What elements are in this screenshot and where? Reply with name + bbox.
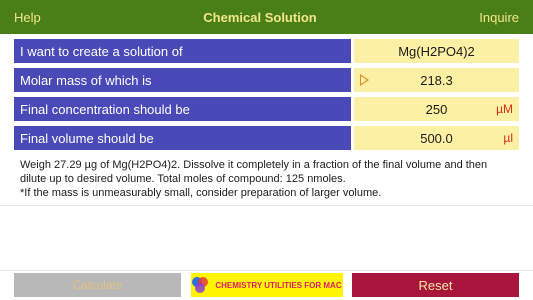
volume-label: Final volume should be bbox=[14, 126, 351, 150]
molecule-logo-icon bbox=[192, 277, 209, 293]
molar-mass-label: Molar mass of which is bbox=[14, 68, 351, 92]
compound-row: I want to create a solution of Mg(H2PO4)… bbox=[14, 39, 519, 63]
concentration-label: Final concentration should be bbox=[14, 97, 351, 121]
promo-label: CHEMISTRY UTILITIES FOR MAC bbox=[215, 280, 342, 290]
result-instructions: Weigh 27.29 µg of Mg(H2PO4)2. Dissolve i… bbox=[20, 159, 488, 185]
inquire-button[interactable]: Inquire bbox=[479, 10, 519, 25]
nav-bar: Help Chemical Solution Inquire bbox=[0, 0, 533, 34]
molar-mass-field[interactable]: 218.3 bbox=[354, 68, 519, 92]
divider bbox=[0, 205, 533, 206]
compound-label: I want to create a solution of bbox=[14, 39, 351, 63]
divider bbox=[0, 270, 533, 271]
volume-unit[interactable]: µl bbox=[503, 131, 513, 145]
volume-value: 500.0 bbox=[420, 130, 453, 146]
concentration-field[interactable]: 250 µM bbox=[354, 97, 519, 121]
help-button[interactable]: Help bbox=[14, 10, 41, 25]
compound-field[interactable]: Mg(H2PO4)2 bbox=[354, 39, 519, 63]
result-note: *If the mass is unmeasurably small, cons… bbox=[20, 187, 382, 199]
footer-toolbar: Calculate CHEMISTRY UTILITIES FOR MAC Re… bbox=[14, 273, 519, 297]
concentration-unit[interactable]: µM bbox=[496, 102, 513, 116]
volume-row: Final volume should be 500.0 µl bbox=[14, 126, 519, 150]
chemistry-utilities-button[interactable]: CHEMISTRY UTILITIES FOR MAC bbox=[190, 273, 343, 297]
disclosure-triangle-icon[interactable] bbox=[360, 74, 369, 86]
molar-mass-value: 218.3 bbox=[420, 72, 453, 88]
concentration-row: Final concentration should be 250 µM bbox=[14, 97, 519, 121]
reset-button[interactable]: Reset bbox=[352, 273, 519, 297]
volume-field[interactable]: 500.0 µl bbox=[354, 126, 519, 150]
molar-mass-row: Molar mass of which is 218.3 bbox=[14, 68, 519, 92]
page-title: Chemical Solution bbox=[203, 9, 317, 25]
result-text-area: Weigh 27.29 µg of Mg(H2PO4)2. Dissolve i… bbox=[14, 154, 519, 268]
calculate-button[interactable]: Calculate bbox=[14, 273, 181, 297]
compound-value: Mg(H2PO4)2 bbox=[398, 43, 475, 59]
concentration-value: 250 bbox=[425, 101, 448, 117]
